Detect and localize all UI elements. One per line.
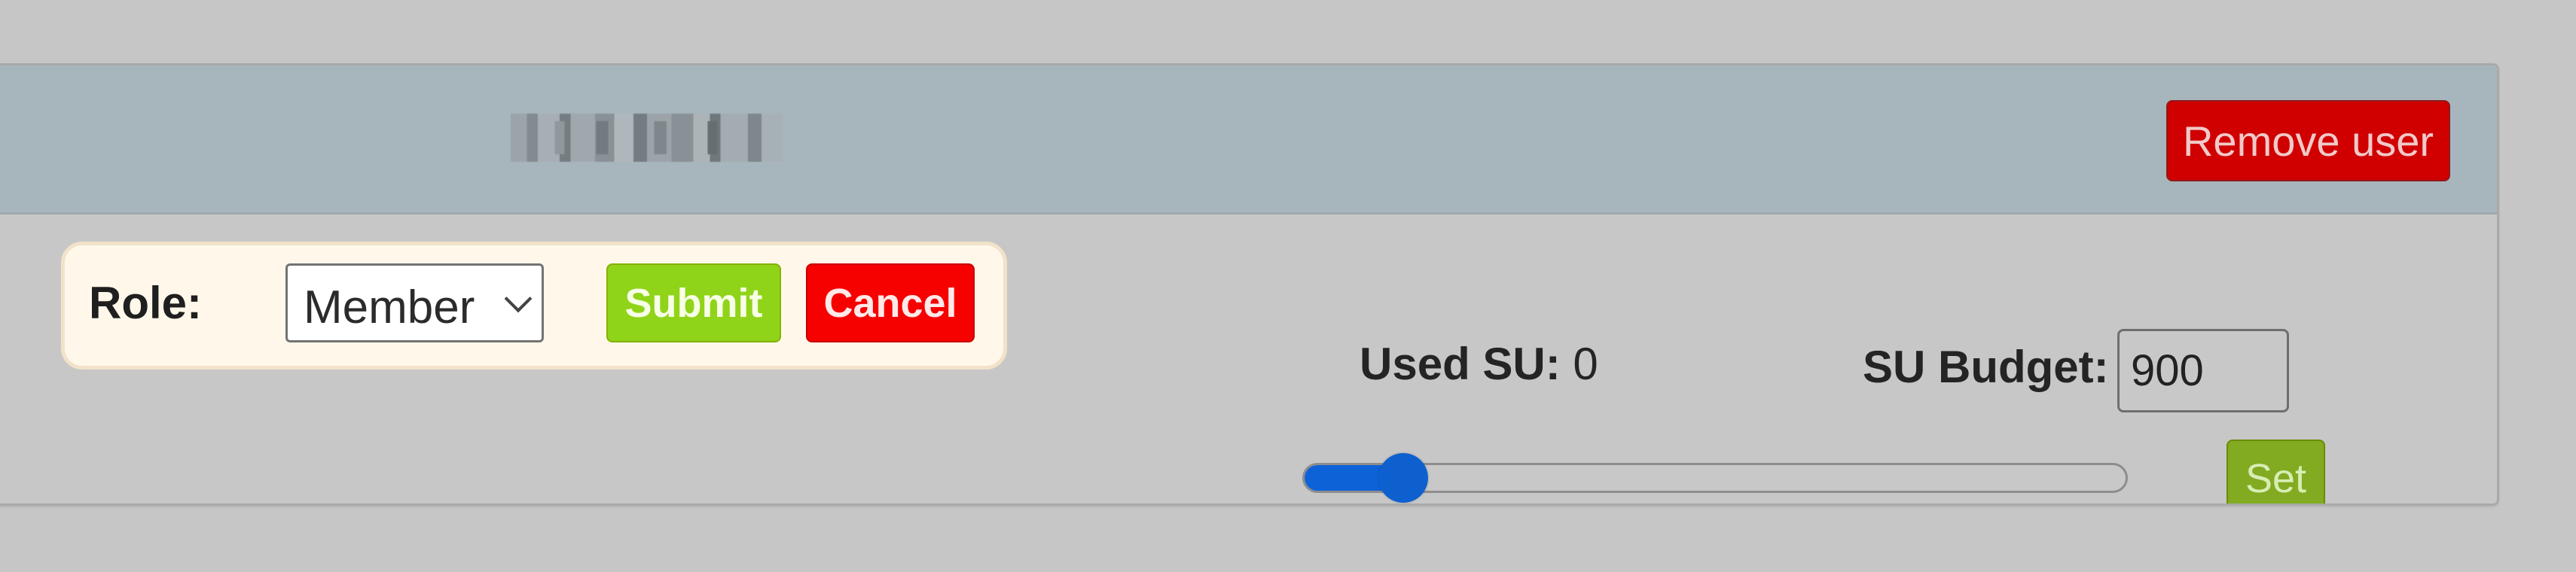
su-budget-input[interactable]: 900	[2117, 329, 2289, 412]
user-management-card: Remove user Role: Member Submit Cancel U…	[0, 63, 2499, 506]
su-budget-label: SU Budget:	[1863, 342, 2109, 392]
used-su-display: Used SU: 0	[1360, 338, 1598, 390]
role-select[interactable]: Member	[285, 263, 544, 342]
used-su-label: Used SU:	[1360, 339, 1561, 389]
role-editor-group: Role: Member Submit Cancel	[61, 242, 1007, 370]
su-budget-slider[interactable]	[1302, 453, 2128, 503]
submit-button[interactable]: Submit	[606, 263, 781, 342]
remove-user-button[interactable]: Remove user	[2166, 100, 2450, 181]
chevron-down-icon	[504, 284, 533, 313]
redacted-user-name	[511, 114, 783, 162]
role-label: Role:	[89, 278, 202, 328]
set-button[interactable]: Set	[2227, 440, 2325, 504]
su-budget-slider-thumb[interactable]	[1378, 453, 1428, 503]
used-su-value: 0	[1573, 339, 1598, 389]
cancel-button[interactable]: Cancel	[806, 263, 975, 342]
card-header: Remove user	[0, 65, 2497, 214]
role-select-value: Member	[304, 281, 475, 333]
